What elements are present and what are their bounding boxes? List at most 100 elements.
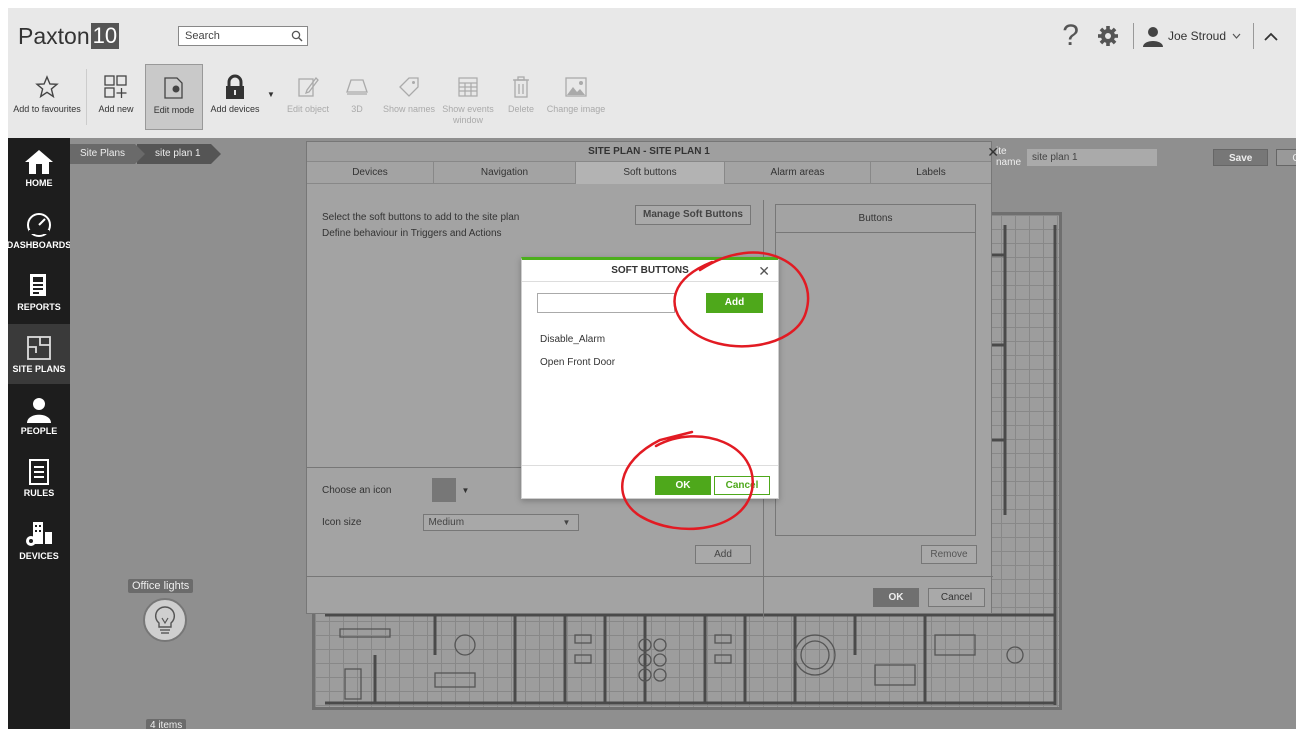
paxton-logo: Paxton 10 — [18, 20, 120, 52]
tab-devices[interactable]: Devices — [307, 162, 434, 184]
toolbar-label: Edit mode — [153, 105, 195, 115]
add-button[interactable]: Add — [695, 545, 751, 564]
app-header: Paxton 10 Search ? Joe Stroud Add to fav… — [8, 8, 1296, 138]
nav-label: RULES — [23, 487, 55, 498]
buttons-panel-title: Buttons — [776, 205, 975, 233]
3d-icon — [346, 79, 368, 95]
search-placeholder: Search — [185, 30, 220, 42]
soft-buttons-ok-button[interactable]: OK — [655, 476, 711, 495]
nav-label: HOME — [25, 177, 53, 188]
chevron-down-icon[interactable]: ▼ — [462, 486, 470, 495]
close-icon[interactable]: ✕ — [987, 144, 999, 161]
tab-alarm-areas[interactable]: Alarm areas — [725, 162, 871, 184]
icon-picker[interactable] — [431, 478, 456, 502]
add-new-button[interactable]: Add new — [87, 64, 145, 130]
change-image-button: Change image — [545, 64, 607, 130]
toolbar: Add to favourites Add new Edit mode Add … — [8, 64, 607, 130]
site-plan-tabs: Devices Navigation Soft buttons Alarm ar… — [307, 162, 991, 184]
close-button[interactable]: Close — [1276, 148, 1296, 166]
chevron-up-icon[interactable] — [1264, 32, 1278, 41]
tab-soft-buttons[interactable]: Soft buttons — [576, 162, 725, 184]
edit-mode-button[interactable]: Edit mode — [145, 64, 203, 130]
gear-icon[interactable] — [1097, 25, 1119, 47]
show-events-window-button: Show events window — [439, 64, 497, 130]
toolbar-label: Add devices — [210, 104, 260, 114]
logo-text: Paxton — [18, 22, 90, 49]
site-plan-ok-button[interactable]: OK — [873, 588, 919, 607]
devices-icon — [26, 521, 52, 546]
site-plans-icon — [27, 335, 51, 360]
image-icon — [565, 77, 587, 97]
soft-buttons-title: SOFT BUTTONS — [522, 260, 778, 282]
toolbar-label: Show events window — [442, 104, 494, 125]
add-to-favourites-button[interactable]: Add to favourites — [8, 64, 86, 130]
instruction-line: Select the soft buttons to add to the si… — [322, 212, 520, 223]
tab-navigation[interactable]: Navigation — [434, 162, 576, 184]
site-name-input[interactable] — [1027, 148, 1158, 166]
add-devices-dropdown-icon[interactable]: ▼ — [267, 64, 281, 130]
soft-buttons-footer: OK Cancel — [522, 465, 778, 499]
nav-item-reports[interactable]: REPORTS — [8, 262, 70, 322]
soft-buttons-modal: SOFT BUTTONS ✕ Add Disable_Alarm Open Fr… — [521, 257, 779, 499]
light-bulb-icon — [155, 606, 175, 634]
office-lights-button[interactable] — [143, 598, 187, 642]
icon-size-value: Medium — [428, 517, 465, 528]
nav-item-devices[interactable]: DEVICES — [8, 510, 70, 570]
icon-size-label: Icon size — [322, 517, 362, 528]
user-name: Joe Stroud — [1167, 29, 1226, 43]
buttons-list-panel[interactable]: Buttons — [775, 204, 976, 536]
nav-label: PEOPLE — [20, 425, 58, 436]
site-plan-cancel-button[interactable]: Cancel — [928, 588, 985, 607]
header-right: ? Joe Stroud — [1062, 20, 1296, 52]
save-button[interactable]: Save — [1213, 148, 1269, 166]
nav-item-people[interactable]: PEOPLE — [8, 386, 70, 446]
header-separator — [1132, 23, 1134, 49]
soft-buttons-instructions: Select the soft buttons to add to the si… — [322, 210, 519, 242]
user-menu[interactable]: Joe Stroud — [1142, 25, 1241, 47]
reports-icon — [30, 273, 46, 296]
soft-button-name-input[interactable] — [537, 293, 675, 313]
soft-button-add-button[interactable]: Add — [706, 293, 763, 313]
left-navigation: HOME DASHBOARDS REPORTS SITE PLANS PEOPL… — [8, 138, 72, 729]
events-icon — [458, 77, 478, 97]
add-new-icon — [104, 75, 127, 98]
logo-number: 10 — [90, 23, 120, 49]
nav-item-site-plans[interactable]: SITE PLANS — [8, 324, 70, 384]
list-item[interactable]: Open Front Door — [540, 355, 615, 378]
toolbar-label: 3D — [351, 104, 363, 114]
search-input[interactable]: Search — [178, 26, 308, 46]
nav-item-home[interactable]: HOME — [8, 138, 70, 198]
list-item[interactable]: Disable_Alarm — [540, 332, 615, 355]
help-icon[interactable]: ? — [1062, 21, 1079, 51]
edit-object-button: Edit object — [281, 64, 335, 130]
icon-size-select[interactable]: Medium ▼ — [423, 514, 580, 531]
manage-soft-buttons-button[interactable]: Manage Soft Buttons — [635, 205, 751, 225]
tab-labels[interactable]: Labels — [871, 162, 991, 184]
nav-item-rules[interactable]: RULES — [8, 448, 70, 508]
nav-item-dashboards[interactable]: DASHBOARDS — [8, 200, 72, 260]
home-icon — [25, 149, 53, 174]
close-icon[interactable]: ✕ — [758, 262, 770, 280]
site-plan-dialog-title: SITE PLAN - SITE PLAN 1 — [307, 142, 991, 162]
remove-button[interactable]: Remove — [921, 545, 977, 564]
soft-buttons-cancel-button[interactable]: Cancel — [714, 476, 770, 495]
delete-button: Delete — [497, 64, 545, 130]
star-icon — [35, 75, 59, 99]
pencil-icon — [298, 77, 319, 97]
instruction-line: Define behaviour in Triggers and Actions — [322, 228, 502, 239]
choose-icon-label: Choose an icon — [322, 484, 392, 496]
breadcrumb-site-plan-1[interactable]: site plan 1 — [137, 144, 221, 164]
gauge-icon — [27, 212, 51, 237]
site-plan-dialog-footer: OK Cancel — [307, 576, 993, 614]
chevron-down-icon — [1232, 33, 1241, 39]
tag-icon — [399, 77, 419, 97]
nav-label: DASHBOARDS — [8, 239, 72, 250]
lock-icon — [226, 74, 244, 99]
3d-button: 3D — [335, 64, 379, 130]
toolbar-label: Edit object — [286, 104, 330, 114]
office-lights-label: Office lights — [128, 579, 194, 593]
icon-size-row: Icon size Medium ▼ — [322, 514, 580, 531]
add-devices-button[interactable]: Add devices — [203, 64, 267, 130]
rules-icon — [29, 458, 49, 485]
breadcrumb-site-plans[interactable]: Site Plans — [70, 144, 146, 164]
